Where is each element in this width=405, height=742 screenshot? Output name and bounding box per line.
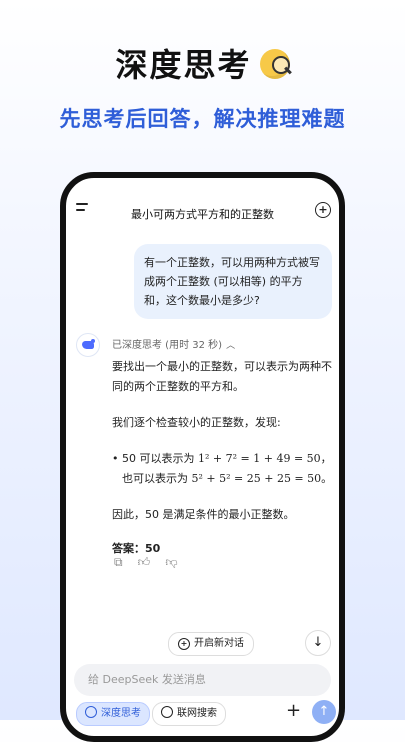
web-search-toggle[interactable]: 联网搜索 bbox=[152, 702, 226, 726]
answer-paragraph: 要找出一个最小的正整数，可以表示为两种不同的两个正整数的平方和。 bbox=[112, 360, 332, 393]
message-input[interactable]: 给 DeepSeek 发送消息 bbox=[74, 664, 331, 696]
new-chat-button[interactable]: + 开启新对话 bbox=[168, 632, 254, 656]
arrow-down-icon[interactable]: ↓ bbox=[305, 630, 331, 656]
answer-bullet: 50 可以表示为 1² + 7² = 1 + 49 = 50，也可以表示为 5²… bbox=[112, 449, 337, 489]
thumbs-up-icon[interactable]: 👍︎ bbox=[138, 555, 151, 570]
chat-topbar: 最小可两方式平方和的正整数 + bbox=[66, 178, 339, 226]
answer-paragraph: 我们逐个检查较小的正整数，发现: bbox=[112, 416, 281, 429]
deepseek-avatar bbox=[76, 333, 100, 357]
page-headline: 深度思考 bbox=[0, 40, 405, 86]
new-chat-icon: + bbox=[178, 638, 190, 650]
answer-paragraph: 因此，50 是满足条件的最小正整数。 bbox=[112, 508, 295, 521]
math-expression: 1² + 7² = 1 + 49 = 50 bbox=[198, 452, 321, 465]
menu-icon[interactable] bbox=[76, 203, 88, 213]
thinking-toggle[interactable]: 已深度思考 (用时 32 秒) ︿ bbox=[112, 336, 235, 351]
math-expression: 5² + 5² = 25 + 25 = 50 bbox=[191, 472, 322, 485]
thinking-face-emoji-icon bbox=[259, 49, 290, 79]
plus-icon[interactable]: + bbox=[286, 700, 301, 721]
atom-icon bbox=[85, 706, 97, 718]
message-actions: ⧉ 👍︎ 👎︎ bbox=[114, 551, 188, 570]
user-message: 有一个正整数，可以用两种方式被写成两个正整数 (可以相等) 的平方和，这个数最小… bbox=[134, 244, 332, 319]
phone-frame: 最小可两方式平方和的正整数 + 有一个正整数，可以用两种方式被写成两个正整数 (… bbox=[60, 172, 345, 742]
new-chat-icon[interactable]: + bbox=[315, 202, 331, 218]
globe-icon bbox=[161, 706, 173, 718]
send-icon[interactable]: ↑ bbox=[312, 700, 336, 724]
copy-icon[interactable]: ⧉ bbox=[114, 555, 123, 570]
chevron-up-icon: ︿ bbox=[226, 341, 236, 351]
thumbs-down-icon[interactable]: 👎︎ bbox=[165, 555, 177, 570]
conversation-title: 最小可两方式平方和的正整数 bbox=[131, 208, 274, 221]
assistant-answer: 要找出一个最小的正整数，可以表示为两种不同的两个正整数的平方和。 我们逐个检查较… bbox=[112, 357, 337, 575]
page-subline: 先思考后回答，解决推理难题 bbox=[59, 107, 346, 131]
thinking-label: 已深度思考 (用时 32 秒) bbox=[112, 340, 223, 351]
deep-think-toggle[interactable]: 深度思考 bbox=[76, 702, 150, 726]
